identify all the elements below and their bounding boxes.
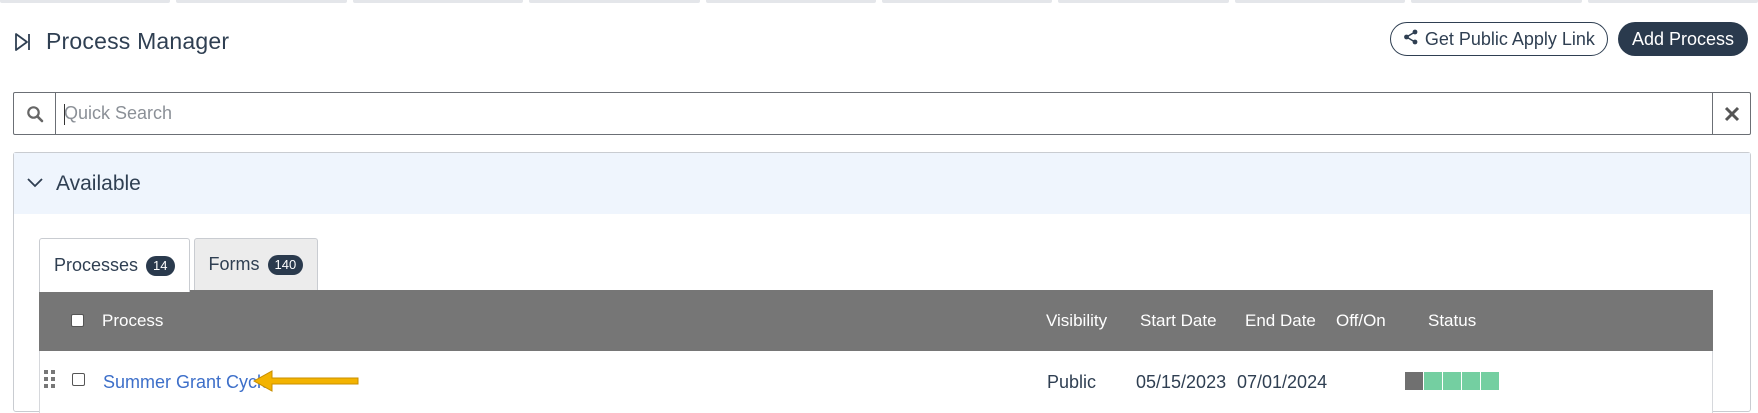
quick-search-bar [13, 92, 1751, 135]
available-panel-header[interactable]: Available [14, 153, 1750, 214]
column-header-process[interactable]: Process [102, 311, 163, 331]
tab-forms[interactable]: Forms 140 [193, 238, 319, 290]
panel-title: Available [56, 171, 141, 195]
status-progress-bar [1405, 372, 1500, 390]
grid-header: Process Visibility Start Date End Date O… [39, 290, 1713, 351]
column-header-end-date[interactable]: End Date [1245, 311, 1316, 331]
page-header: Process Manager Get Public Apply Link Ad… [14, 22, 1748, 62]
column-header-status[interactable]: Status [1428, 311, 1476, 331]
get-public-apply-link-button[interactable]: Get Public Apply Link [1389, 22, 1608, 56]
search-input[interactable] [56, 93, 1712, 134]
tab-label: Processes [54, 255, 139, 275]
process-grid: Process Visibility Start Date End Date O… [39, 290, 1713, 413]
available-panel: Available Processes 14 Forms 140 Process… [13, 152, 1751, 413]
share-icon [1403, 29, 1419, 50]
get-public-apply-link-label: Get Public Apply Link [1424, 28, 1595, 49]
tab-label: Forms [208, 254, 260, 274]
column-header-visibility[interactable]: Visibility [1046, 311, 1107, 331]
visibility-value: Public [1047, 372, 1097, 392]
start-date-value: 05/15/2023 [1136, 372, 1227, 392]
process-name-link[interactable]: Summer Grant Cycle [103, 372, 271, 393]
count-badge: 140 [267, 254, 304, 275]
chevron-down-icon [26, 174, 46, 194]
top-tabs-strip [0, 0, 1758, 3]
drag-handle-icon[interactable] [44, 370, 56, 393]
search-icon [14, 93, 56, 134]
select-all-checkbox[interactable] [71, 312, 84, 332]
end-date-value: 07/01/2024 [1237, 372, 1328, 392]
page-title: Process Manager [46, 28, 230, 54]
clear-search-icon[interactable] [1712, 93, 1750, 134]
column-header-start-date[interactable]: Start Date [1140, 311, 1217, 331]
tab-bar: Processes 14 Forms 140 [39, 238, 319, 292]
status-segment [1443, 372, 1461, 390]
add-process-button[interactable]: Add Process [1617, 22, 1748, 56]
status-segment [1462, 372, 1480, 390]
tab-processes[interactable]: Processes 14 [39, 238, 190, 292]
highlight-arrow-icon [252, 368, 362, 399]
text-caret [64, 104, 65, 125]
status-segment [1424, 372, 1442, 390]
column-header-off-on[interactable]: Off/On [1336, 311, 1386, 331]
count-badge: 14 [146, 255, 175, 276]
header-actions: Get Public Apply Link Add Process [1389, 22, 1748, 56]
table-row: Summer Grant Cycle Public 05/15/2023 07/… [39, 351, 1713, 413]
status-segment [1405, 372, 1423, 390]
row-checkbox[interactable] [72, 373, 85, 391]
play-step-icon [14, 32, 34, 52]
status-segment [1481, 372, 1499, 390]
title-group: Process Manager [14, 28, 229, 55]
